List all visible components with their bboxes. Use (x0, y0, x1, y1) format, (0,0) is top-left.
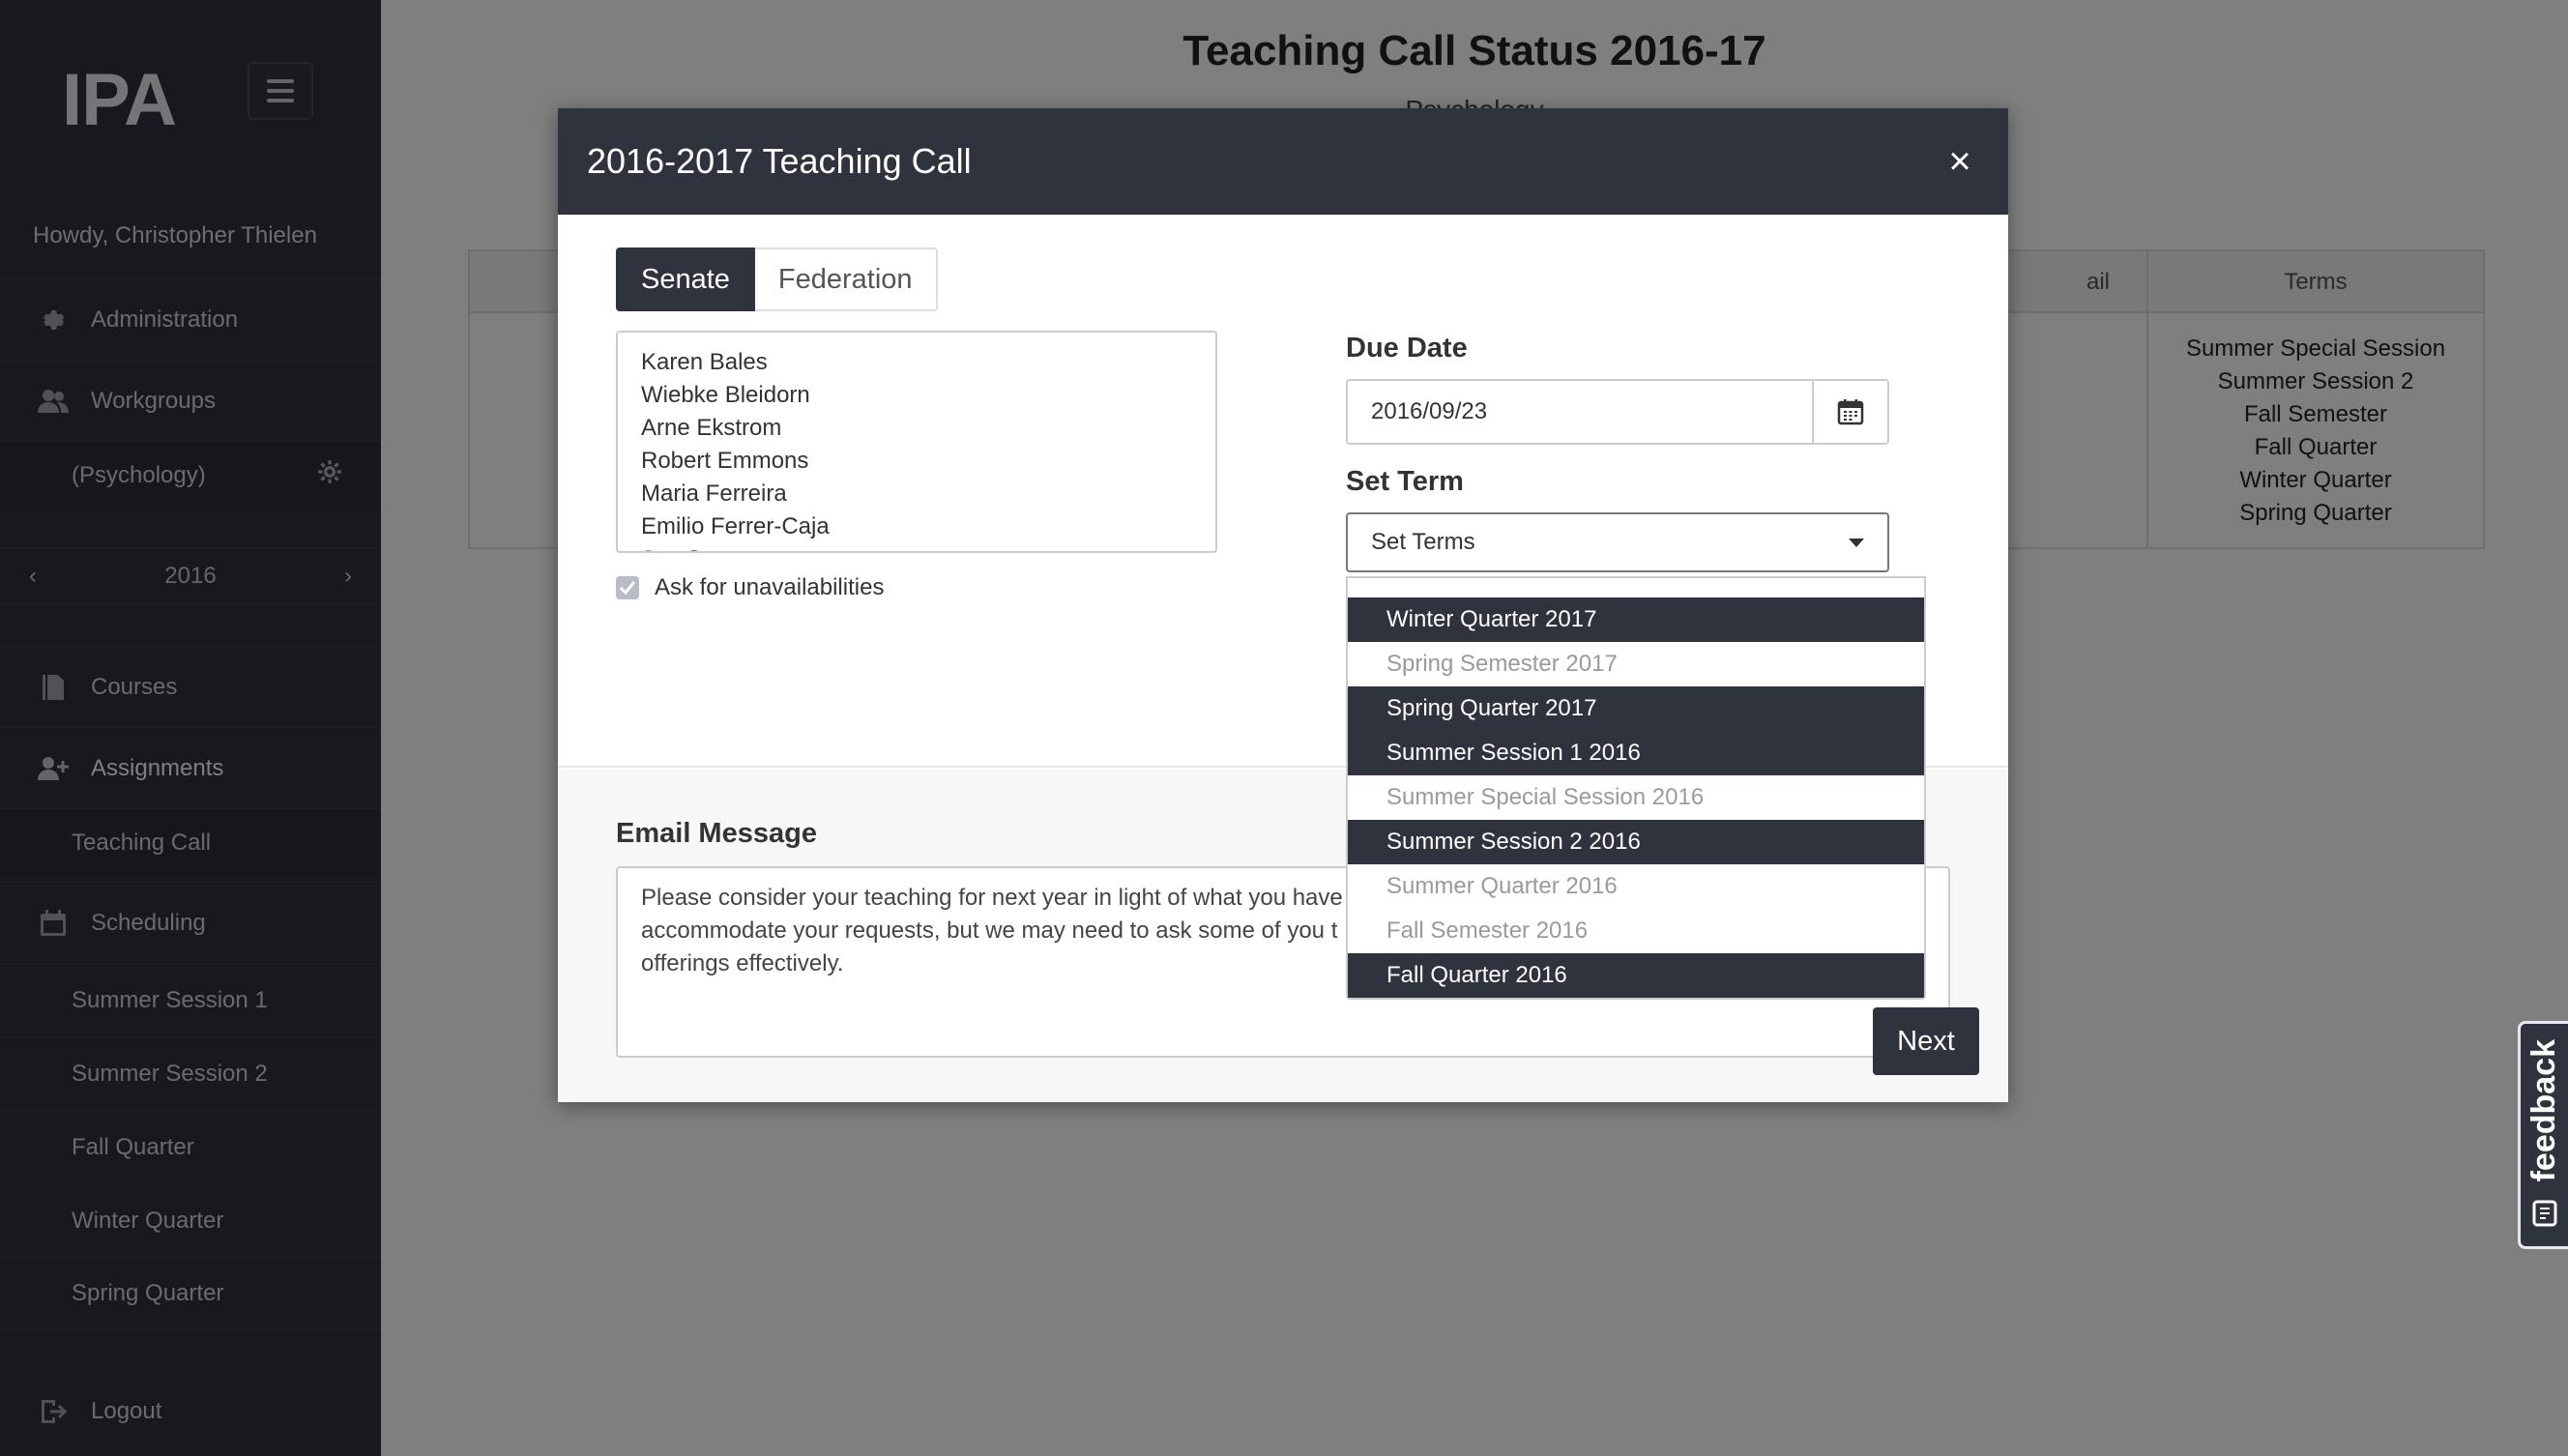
set-terms-select[interactable]: Set Terms (1346, 512, 1889, 572)
term-option[interactable]: Winter Quarter 2017 (1348, 597, 1924, 642)
feedback-label: feedback (2525, 1038, 2562, 1181)
term-option[interactable]: Summer Session 2 2016 (1348, 820, 1924, 864)
term-option[interactable]: Summer Special Session 2016 (1348, 775, 1924, 820)
type-tabs: Senate Federation (616, 248, 938, 311)
instructor-item[interactable]: Wiebke Bleidorn (641, 379, 1192, 412)
due-date-group: 2016/09/23 (1346, 379, 1889, 445)
instructor-item[interactable]: Jan Gregory (641, 543, 1192, 551)
set-term-label: Set Term (1346, 466, 1464, 497)
term-option[interactable]: Summer Session 1 2016 (1348, 731, 1924, 775)
next-button[interactable]: Next (1873, 1007, 1979, 1075)
teaching-call-modal: 2016-2017 Teaching Call × Senate Federat… (558, 108, 2008, 1102)
term-option[interactable]: Spring Semester 2017 (1348, 642, 1924, 686)
tab-senate[interactable]: Senate (616, 248, 755, 311)
term-option[interactable]: Fall Semester 2016 (1348, 909, 1924, 953)
instructor-item[interactable]: Robert Emmons (641, 445, 1192, 478)
term-option[interactable]: Summer Quarter 2016 (1348, 864, 1924, 909)
term-option[interactable]: Fall Quarter 2016 (1348, 953, 1924, 998)
ask-unavailabilities-row: Ask for unavailabilities (616, 574, 884, 601)
feedback-icon (2531, 1199, 2558, 1233)
tab-federation[interactable]: Federation (754, 248, 938, 311)
instructor-item[interactable]: Karen Bales (641, 346, 1192, 379)
set-terms-placeholder: Set Terms (1371, 529, 1475, 555)
modal-header: 2016-2017 Teaching Call × (558, 108, 2008, 215)
due-date-label: Due Date (1346, 333, 1468, 364)
modal-title: 2016-2017 Teaching Call (587, 141, 972, 181)
chevron-down-icon (1849, 538, 1864, 547)
ask-unavailabilities-label: Ask for unavailabilities (655, 574, 885, 600)
instructor-item[interactable]: Maria Ferreira (641, 478, 1192, 510)
ask-unavailabilities-checkbox[interactable] (616, 576, 639, 599)
term-option[interactable]: Spring Quarter 2017 (1348, 686, 1924, 731)
instructor-item[interactable]: Arne Ekstrom (641, 412, 1192, 445)
close-icon[interactable]: × (1941, 140, 1979, 183)
due-date-input[interactable]: 2016/09/23 (1348, 381, 1812, 443)
email-message-label: Email Message (616, 818, 817, 849)
instructor-item[interactable]: Emilio Ferrer-Caja (641, 510, 1192, 543)
instructor-list[interactable]: Karen Bales Wiebke Bleidorn Arne Ekstrom… (616, 331, 1217, 553)
feedback-tab[interactable]: feedback (2518, 1021, 2568, 1249)
terms-dropdown: Winter Quarter 2017 Spring Semester 2017… (1346, 576, 1926, 1000)
calendar-icon[interactable] (1812, 381, 1887, 443)
